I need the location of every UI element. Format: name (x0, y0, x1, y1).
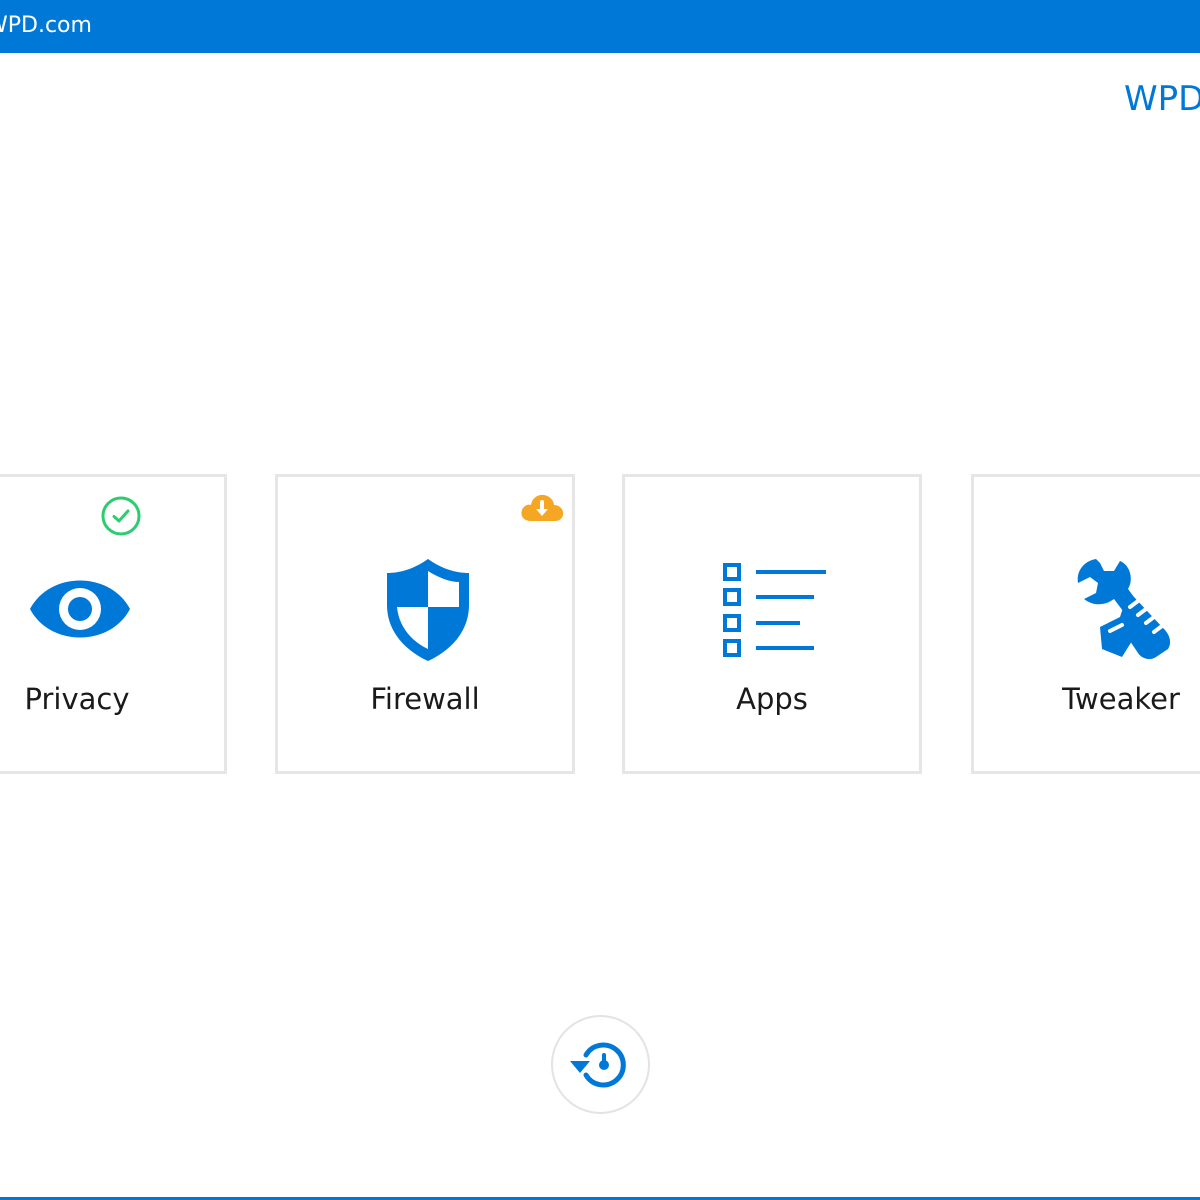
window-title: WPD.com (0, 13, 92, 38)
brand-link[interactable]: WPD (1124, 78, 1200, 120)
shield-icon (387, 559, 469, 661)
tile-apps[interactable]: Apps (622, 474, 922, 774)
tile-label-privacy: Privacy (24, 682, 130, 716)
list-icon (723, 563, 826, 657)
tile-label-apps: Apps (736, 682, 808, 716)
tile-label-firewall: Firewall (370, 682, 480, 716)
title-bar[interactable]: WPD.com (0, 0, 1200, 53)
check-circle-icon (101, 496, 141, 536)
restore-icon (570, 1042, 626, 1088)
app-window: WPD.com WPD Privacy Firewall (0, 0, 1200, 1200)
tile-tweaker[interactable]: Tweaker (971, 474, 1200, 774)
wrench-hand-icon (1077, 559, 1171, 660)
tile-label-tweaker: Tweaker (1062, 682, 1180, 716)
tile-privacy[interactable]: Privacy (0, 474, 227, 774)
tile-firewall[interactable]: Firewall (275, 474, 575, 774)
restore-button[interactable] (551, 1015, 650, 1114)
eye-icon (30, 580, 130, 638)
cloud-download-icon (521, 494, 564, 521)
